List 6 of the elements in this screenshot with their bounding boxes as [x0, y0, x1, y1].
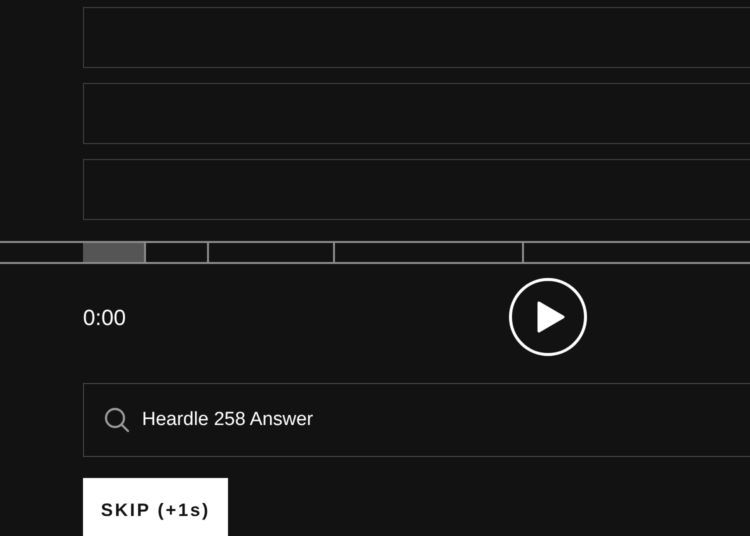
elapsed-time: 0:00: [83, 304, 127, 332]
skip-button[interactable]: SKIP (+1s): [83, 478, 228, 536]
search-field[interactable]: Heardle 258 Answer: [83, 383, 750, 457]
search-icon: [103, 406, 131, 434]
play-icon: [537, 301, 565, 333]
play-button[interactable]: [509, 278, 587, 356]
